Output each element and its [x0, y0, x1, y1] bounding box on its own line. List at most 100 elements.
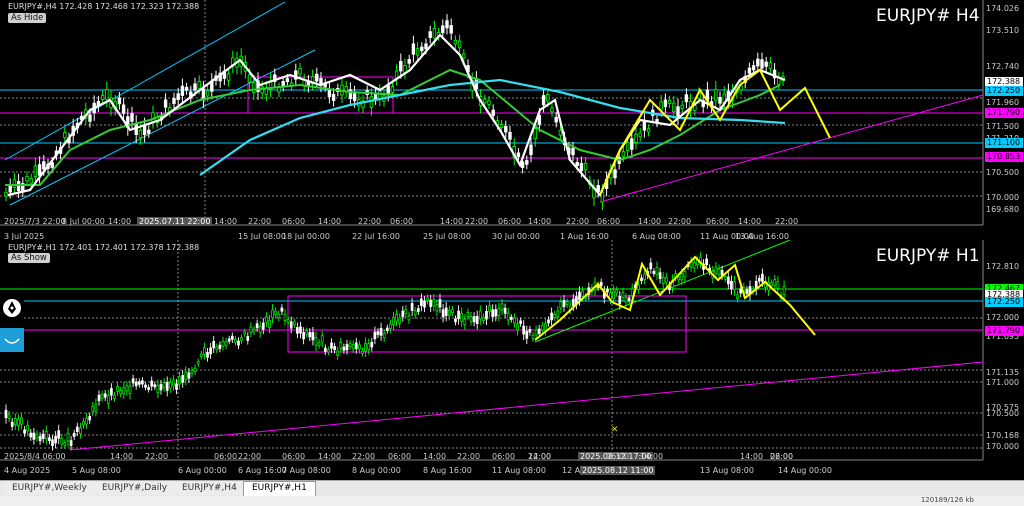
h1-candle	[351, 344, 355, 350]
h1-candle	[178, 376, 181, 385]
h1-candle	[544, 322, 547, 331]
h1-candle	[119, 390, 123, 395]
h4-candle	[630, 138, 634, 150]
h1-time-tick: 14:00	[423, 452, 447, 461]
h4-candle	[201, 88, 206, 101]
h1-time-tick: 14:00	[740, 452, 764, 461]
h4-chart-canvas[interactable]	[0, 0, 1024, 240]
h4-price-tick: 172.740	[986, 62, 1020, 71]
h4-candle	[176, 93, 180, 100]
h4-candle	[457, 40, 462, 49]
h1-candle	[159, 384, 163, 391]
h1-candle	[664, 276, 668, 283]
h4-candle	[428, 31, 432, 38]
h1-candle	[13, 418, 17, 426]
as-hide-button[interactable]: As Hide	[8, 13, 47, 23]
h4-candle	[718, 97, 722, 104]
h1-candle	[723, 275, 727, 280]
h4-candle	[625, 142, 630, 152]
h1-candle	[392, 317, 395, 326]
h4-candle	[180, 85, 185, 96]
tab-daily[interactable]: EURJPY#,Daily	[94, 482, 177, 495]
h4-price-label: 170.853	[985, 152, 1023, 162]
h1-candle	[655, 266, 659, 276]
h4-candle	[247, 74, 252, 83]
h1-candle	[423, 300, 426, 308]
h1-candle	[336, 350, 340, 356]
h1-candle	[116, 386, 119, 392]
h1-candle	[97, 394, 101, 402]
h1-candle	[345, 344, 349, 351]
h1-candle	[327, 349, 330, 353]
h1-candle	[472, 316, 476, 323]
h1-candle	[51, 439, 54, 446]
h1-chart-panel[interactable]: ✕ EURJPY#,H1 172.401 172.401 172.378 172…	[0, 240, 1024, 478]
h1-candle	[540, 325, 544, 331]
h1-candle	[537, 328, 541, 334]
h1-candle	[243, 331, 247, 335]
h1-candle	[128, 385, 132, 394]
h1-candle	[447, 309, 451, 317]
h1-candle	[361, 350, 364, 354]
h1-candle	[621, 291, 625, 298]
h1-candle	[491, 309, 495, 317]
h1-candle	[432, 298, 436, 307]
h1-time-tick: 2025.08.12 11:00	[580, 466, 656, 475]
h1-candle	[782, 286, 786, 295]
pen-tool-icon[interactable]	[0, 296, 24, 320]
h4-candle	[100, 95, 105, 100]
h1-candle	[466, 312, 470, 317]
h1-time-tick: 4 Aug 2025	[4, 466, 51, 475]
h1-candle	[463, 318, 467, 326]
h1-candle	[193, 367, 197, 372]
h1-candle	[38, 436, 42, 442]
h1-time-tick: 7 Aug 08:00	[282, 466, 331, 475]
h1-candle	[308, 332, 312, 338]
h1-candle	[652, 271, 656, 274]
h1-candle	[612, 290, 615, 299]
h1-ohlc-header: EURJPY#,H1 172.401 172.401 172.378 172.3…	[8, 243, 200, 252]
h1-candle	[85, 417, 88, 425]
h1-candle	[48, 437, 51, 442]
h1-time-tick: 11 Aug 08:00	[492, 466, 546, 475]
h1-time-tick: 06:00	[282, 452, 306, 461]
h4-candle	[445, 20, 449, 29]
h1-candle	[268, 320, 271, 328]
h1-candle	[227, 338, 231, 342]
h1-candle	[230, 335, 234, 340]
h1-candle	[131, 378, 135, 384]
h1-candle	[305, 330, 309, 335]
h1-candle	[354, 342, 358, 350]
h4-candle	[88, 114, 92, 122]
h1-candle	[485, 311, 488, 320]
h1-candle	[29, 432, 33, 438]
h1-candle	[770, 282, 774, 286]
h1-candle	[407, 315, 411, 321]
h1-candle	[643, 273, 646, 280]
smile-tool-icon[interactable]	[0, 328, 24, 352]
h1-candle	[265, 316, 268, 323]
h4-candle	[487, 100, 491, 105]
tab-h4[interactable]: EURJPY#,H4	[174, 482, 246, 495]
h1-candle	[88, 416, 92, 421]
h4-candle	[117, 97, 122, 105]
h1-time-tick: 06:00	[492, 452, 516, 461]
h1-candle	[469, 316, 473, 322]
h4-time-tick: 22:00	[775, 217, 799, 226]
h1-candle	[10, 421, 14, 427]
h4-chart-panel[interactable]: EURJPY#,H4 172.428 172.468 172.323 172.3…	[0, 0, 1024, 241]
h4-time-tick: 06:00	[706, 217, 730, 226]
h1-candle	[516, 323, 519, 331]
tab-weekly[interactable]: EURJPY#,Weekly	[4, 482, 96, 495]
tab-h1[interactable]: EURJPY#,H1	[243, 481, 316, 497]
as-show-button[interactable]: As Show	[8, 253, 50, 263]
h1-chart-canvas[interactable]: ✕	[0, 240, 1024, 478]
h1-candle	[376, 331, 380, 335]
h1-candle	[680, 273, 684, 281]
h1-candle	[289, 321, 293, 329]
h4-candle	[163, 99, 168, 108]
h4-candle	[575, 161, 579, 166]
h4-price-tick: 170.500	[986, 168, 1020, 177]
h1-candle	[416, 308, 420, 312]
h1-candle	[240, 337, 243, 341]
